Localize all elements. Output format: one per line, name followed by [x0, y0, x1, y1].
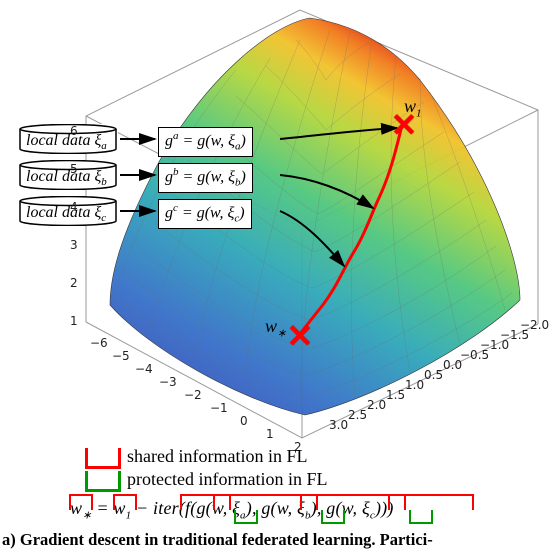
plot-3d — [0, 0, 558, 470]
x-tick-m3: −3 — [159, 375, 177, 389]
local-data-c: local data ξc — [18, 196, 118, 226]
x-tick-0: 0 — [240, 414, 248, 428]
figure-root: local data ξa local data ξb local data ξ… — [0, 0, 558, 550]
local-data-c-label: local data ξc — [26, 204, 106, 224]
local-data-a-label: local data ξa — [26, 132, 107, 152]
y-tick-10: 1.0 — [405, 378, 424, 392]
g-box-c: gc = g(w, ξc) — [158, 199, 252, 229]
cross-wstar: ✕ — [287, 320, 314, 352]
figure-caption: a) Gradient descent in traditional feder… — [2, 530, 556, 550]
x-tick-1: 1 — [266, 427, 274, 441]
x-tick-m5: −5 — [112, 349, 130, 363]
z-tick-1: 1 — [70, 314, 78, 328]
surface-svg — [0, 0, 558, 470]
legend-shared-icon — [85, 448, 121, 469]
legend-protected-label: protected information in FL — [127, 468, 327, 491]
label-w1: w1 — [404, 96, 422, 120]
g-box-b: gb = g(w, ξb) — [158, 163, 253, 193]
legend-shared-label: shared information in FL — [127, 445, 307, 468]
x-tick-m4: −4 — [135, 362, 153, 376]
local-data-b: local data ξb — [18, 160, 118, 190]
local-data-a: local data ξa — [18, 124, 118, 154]
legend-protected: protected information in FL — [85, 468, 327, 491]
local-data-b-label: local data ξb — [26, 168, 107, 188]
y-tick-15: 1.5 — [386, 388, 405, 402]
y-tick-00: 0.0 — [443, 358, 462, 372]
z-tick-4: 4 — [70, 200, 78, 214]
greenbox-xic — [409, 510, 433, 524]
y-tick-30: 3.0 — [329, 418, 348, 432]
update-formula: w∗ = w1 − iter(f(g(w, ξa), g(w, ξb), g(w… — [70, 498, 394, 522]
y-tick-m05: −0.5 — [460, 348, 489, 362]
z-tick-5: 5 — [70, 162, 78, 176]
x-tick-m6: −6 — [90, 336, 108, 350]
y-tick-05: 0.5 — [424, 368, 443, 382]
z-tick-2: 2 — [70, 276, 78, 290]
y-tick-20: 2.0 — [367, 398, 386, 412]
legend: shared information in FL protected infor… — [85, 445, 327, 491]
g-box-a: ga = g(w, ξa) — [158, 127, 253, 157]
legend-shared: shared information in FL — [85, 445, 327, 468]
label-wstar: w∗ — [265, 316, 286, 340]
x-tick-m1: −1 — [210, 401, 228, 415]
z-tick-6: 6 — [70, 124, 78, 138]
z-tick-3: 3 — [70, 238, 78, 252]
y-tick-25: 2.5 — [348, 408, 367, 422]
legend-protected-icon — [85, 471, 121, 492]
x-tick-m2: −2 — [184, 388, 202, 402]
